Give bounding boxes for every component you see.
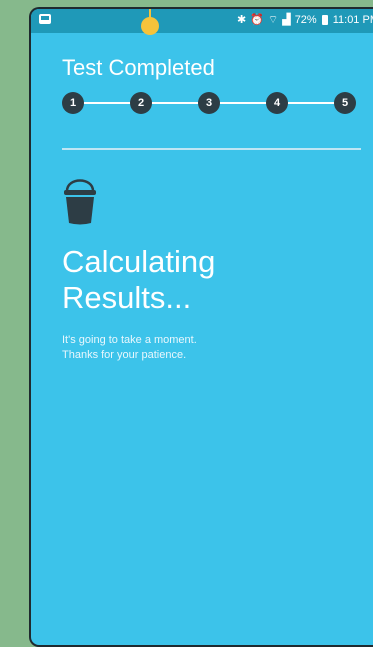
page-title: Test Completed xyxy=(62,55,215,80)
step-1: 1 xyxy=(62,92,84,114)
step-3: 3 xyxy=(198,92,220,114)
step-4: 4 xyxy=(266,92,288,114)
heading-line-2: Results... xyxy=(62,280,192,315)
wait-message: It's going to take a moment. Thanks for … xyxy=(62,333,342,363)
wifi-icon: ⌔ xyxy=(267,14,279,26)
bluetooth-icon: ✱ xyxy=(236,14,247,26)
battery-percent: 72% xyxy=(294,14,317,26)
phone-screen: ✱ ⏰ ⌔ ▟ 72% 11:01 PM Test Completed 1 2 … xyxy=(29,7,373,647)
signal-icon: ▟ xyxy=(282,14,291,26)
step-5: 5 xyxy=(334,92,356,114)
calculating-heading: Calculating Results... xyxy=(62,244,342,316)
alarm-icon: ⏰ xyxy=(250,14,264,26)
notification-icon xyxy=(39,14,51,24)
bucket-icon xyxy=(64,179,96,225)
message-line-1: It's going to take a moment. xyxy=(62,334,197,346)
divider xyxy=(62,148,361,150)
step-progress: 1 2 3 4 5 xyxy=(62,92,356,114)
step-2: 2 xyxy=(130,92,152,114)
pointer-marker xyxy=(141,17,159,35)
battery-icon xyxy=(321,15,328,25)
status-right: ✱ ⏰ ⌔ ▟ 72% 11:01 PM xyxy=(237,14,373,26)
clock: 11:01 PM xyxy=(332,14,373,26)
message-line-2: Thanks for your patience. xyxy=(62,349,187,361)
status-bar: ✱ ⏰ ⌔ ▟ 72% 11:01 PM xyxy=(31,9,373,33)
heading-line-1: Calculating xyxy=(62,244,216,279)
